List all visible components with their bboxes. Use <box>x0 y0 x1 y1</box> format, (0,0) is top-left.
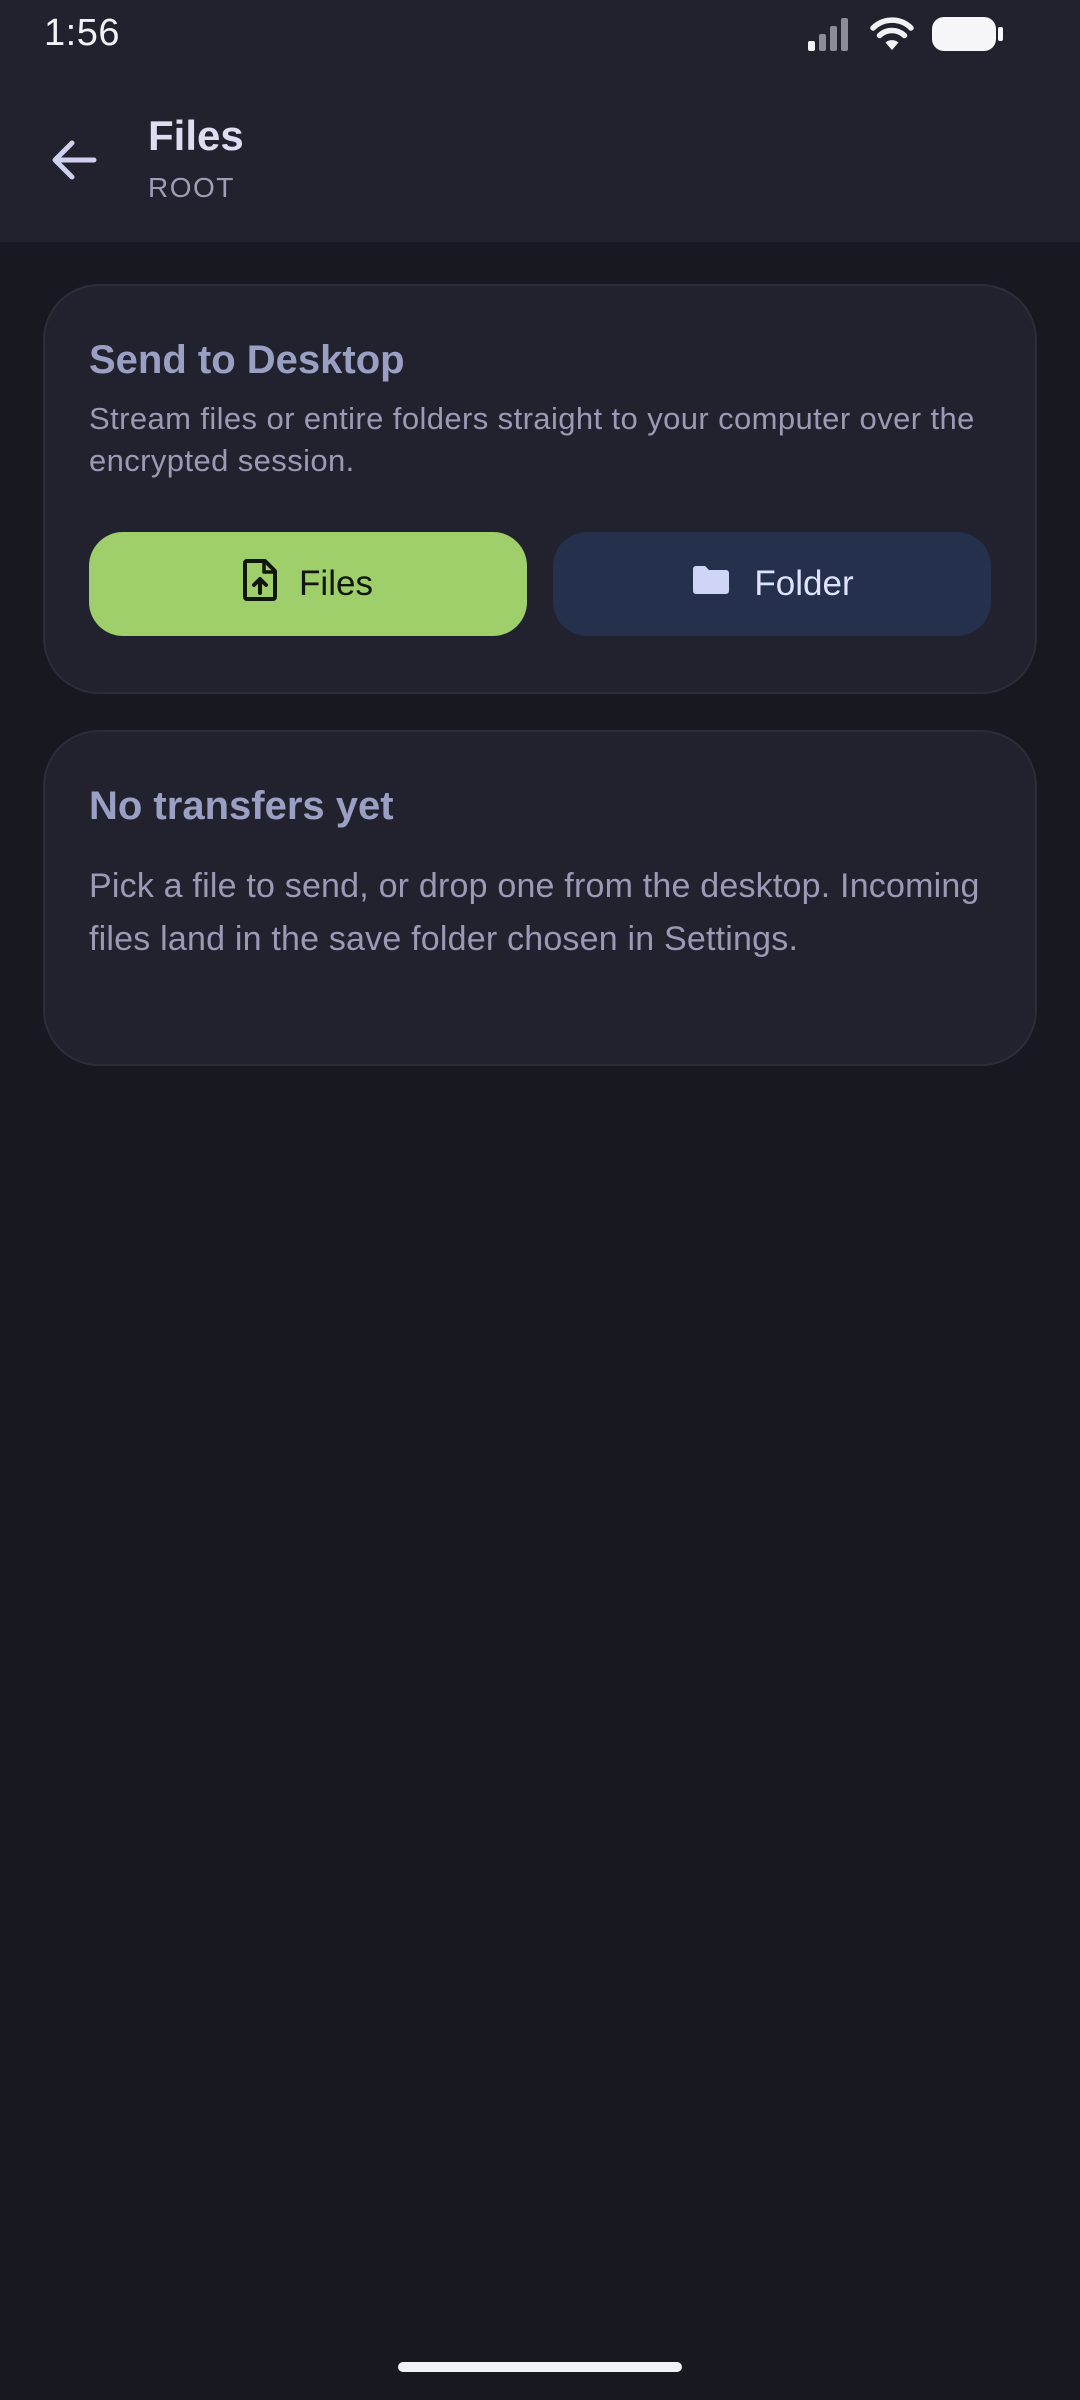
wifi-icon <box>870 16 914 56</box>
send-folder-label: Folder <box>754 564 854 603</box>
page-title: Files <box>148 112 244 159</box>
send-files-button[interactable]: Files <box>89 532 527 636</box>
send-card-title: Send to Desktop <box>89 338 405 382</box>
send-folder-button[interactable]: Folder <box>553 532 991 636</box>
empty-state-description: Pick a file to send, or drop one from th… <box>89 867 980 958</box>
app-bar: Files ROOT <box>0 72 1080 242</box>
arrow-back-icon <box>50 138 98 187</box>
file-upload-icon <box>243 558 278 610</box>
send-card-description: Stream files or entire folders straight … <box>89 401 975 478</box>
battery-icon <box>932 16 1004 57</box>
gesture-navigation-bar[interactable] <box>398 2362 682 2372</box>
send-to-desktop-card: Send to Desktop Stream files or entire f… <box>43 284 1037 694</box>
status-time: 1:56 <box>44 12 120 54</box>
send-files-label: Files <box>299 564 373 603</box>
signal-icon <box>806 17 852 56</box>
files-screen: 1:56 Files ROOT Send to Desktop Stream f… <box>0 0 1080 2400</box>
status-icons <box>806 16 1004 56</box>
back-button[interactable] <box>34 122 114 202</box>
folder-icon <box>690 563 732 606</box>
no-transfers-card: No transfers yet Pick a file to send, or… <box>43 730 1037 1066</box>
empty-state-title: No transfers yet <box>89 784 394 828</box>
page-subtitle: ROOT <box>148 172 235 203</box>
status-bar: 1:56 <box>0 0 1080 72</box>
